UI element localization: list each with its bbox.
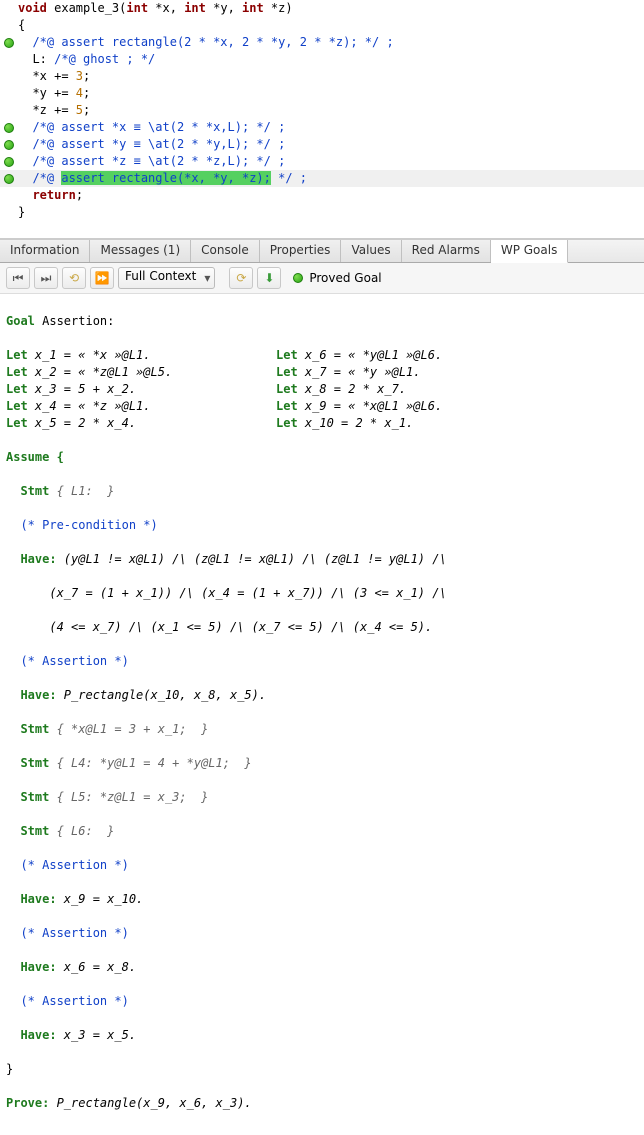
back-icon: ⟲ <box>69 271 79 285</box>
context-select-label: Full Context <box>125 269 196 283</box>
tab-information[interactable]: Information <box>0 240 90 262</box>
prove-line: Prove: <box>6 1096 49 1110</box>
back-button[interactable]: ⟲ <box>62 267 86 289</box>
save-icon: ⬇ <box>264 271 274 285</box>
status-bullet <box>4 157 14 167</box>
selected-assertion[interactable]: assert rectangle(*x, *y, *z); <box>61 171 271 185</box>
bottom-tabs: Information Messages (1) Console Propert… <box>0 239 644 263</box>
proved-bullet-icon <box>293 273 303 283</box>
goal-heading: Goal <box>6 314 35 328</box>
chevron-down-icon: ▾ <box>204 271 210 285</box>
let-row: Let x_3 = 5 + x_2.Let x_8 = 2 * x_7. <box>6 381 638 398</box>
last-button[interactable]: ⏭ <box>34 267 58 289</box>
code-line-assert-z: /*@ assert *z ≡ \at(2 * *z,L); */ ; <box>0 153 644 170</box>
let-row: Let x_4 = « *z »@L1.Let x_9 = « *x@L1 »@… <box>6 398 638 415</box>
refresh-icon: ⟳ <box>236 271 246 285</box>
tab-wp-goals[interactable]: WP Goals <box>491 240 569 263</box>
tab-console[interactable]: Console <box>191 240 260 262</box>
code-line-assert-y: /*@ assert *y ≡ \at(2 * *y,L); */ ; <box>0 136 644 153</box>
forward-button[interactable]: ⏩ <box>90 267 114 289</box>
tab-red-alarms[interactable]: Red Alarms <box>402 240 491 262</box>
status-bullet <box>0 38 18 48</box>
last-icon: ⏭ <box>41 271 52 286</box>
tab-messages[interactable]: Messages (1) <box>90 240 191 262</box>
brace-open: { <box>18 17 644 34</box>
wp-toolbar: ⏮ ⏭ ⟲ ⏩ Full Context ▾ ⟳ ⬇ Proved Goal <box>0 263 644 294</box>
proved-status: Proved Goal <box>293 271 381 285</box>
first-button[interactable]: ⏮ <box>6 267 30 289</box>
tab-values[interactable]: Values <box>341 240 401 262</box>
first-icon: ⏮ <box>13 271 24 286</box>
code-line-label: L: /*@ ghost ; */ <box>0 51 644 68</box>
context-select[interactable]: Full Context ▾ <box>118 267 215 289</box>
code-line-sig: void example_3(int *x, int *y, int *z) <box>0 0 644 17</box>
code-editor: void example_3(int *x, int *y, int *z) {… <box>0 0 644 239</box>
code-line-assert-x: /*@ assert *x ≡ \at(2 * *x,L); */ ; <box>0 119 644 136</box>
let-row: Let x_5 = 2 * x_4.Let x_10 = 2 * x_1. <box>6 415 638 432</box>
forward-icon: ⏩ <box>95 271 110 285</box>
status-bullet <box>4 123 14 133</box>
status-bullet <box>4 140 14 150</box>
let-row: Let x_1 = « *x »@L1.Let x_6 = « *y@L1 »@… <box>6 347 638 364</box>
code-line-assert-1: /*@ assert rectangle(2 * *x, 2 * *y, 2 *… <box>0 34 644 51</box>
tab-properties[interactable]: Properties <box>260 240 342 262</box>
refresh-button[interactable]: ⟳ <box>229 267 253 289</box>
goal-panel: Goal Assertion: Let x_1 = « *x »@L1.Let … <box>0 294 644 1135</box>
let-row: Let x_2 = « *z@L1 »@L5.Let x_7 = « *y »@… <box>6 364 638 381</box>
assume-block: Assume { <box>6 450 64 464</box>
proved-label: Proved Goal <box>309 271 381 285</box>
code-line-assert-rect-highlight: /*@ assert rectangle(*x, *y, *z); */ ; <box>0 170 644 187</box>
brace-close: } <box>18 204 644 221</box>
status-bullet <box>4 174 14 184</box>
save-button[interactable]: ⬇ <box>257 267 281 289</box>
